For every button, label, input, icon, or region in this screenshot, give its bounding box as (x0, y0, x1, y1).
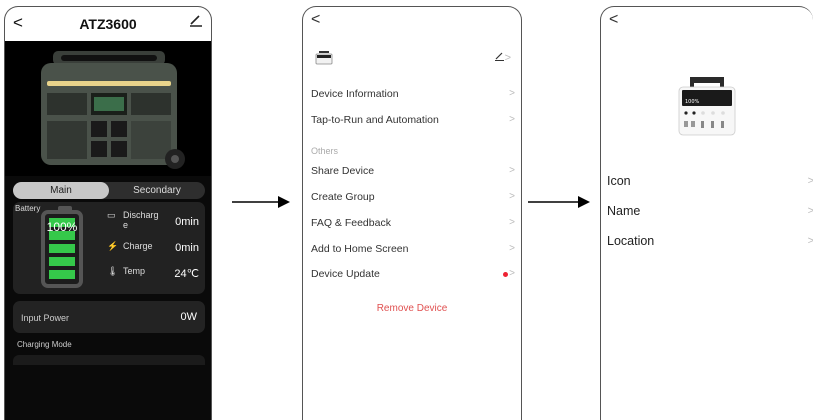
menu-item-label: Add to Home Screen (311, 243, 409, 255)
menu-item-label: Share Device (311, 165, 375, 177)
device-settings-screen: < > Device Information > Tap-to-Run and … (302, 6, 522, 420)
remove-device-button[interactable]: Remove Device (303, 303, 521, 314)
discharge-label: Discharg e (123, 210, 159, 230)
thermometer-icon: 🌡 (107, 266, 119, 276)
device-edit-screen: < 100% Icon > Name > Location > (600, 6, 813, 420)
device-screen-readout: 100% (685, 99, 700, 105)
chevron-right-icon: > (808, 205, 813, 217)
setting-label: Location (607, 234, 655, 248)
chevron-right-icon: > (509, 268, 515, 279)
battery-label: Battery (15, 204, 41, 213)
edit-icon[interactable] (189, 13, 203, 32)
menu-item-share-device[interactable]: Share Device > (311, 161, 515, 183)
back-button[interactable]: < (311, 11, 320, 29)
flow-arrow-icon (528, 196, 590, 208)
menu-item-label: Device Information (311, 88, 399, 100)
setting-icon[interactable]: Icon > (607, 172, 813, 196)
chevron-right-icon: > (509, 165, 515, 176)
tab-main[interactable]: Main (13, 182, 109, 199)
charge-stat: ⚡ Charge 0min (107, 241, 207, 255)
page-title: ATZ3600 (79, 16, 137, 32)
chevron-right-icon: > (504, 52, 511, 64)
chevron-right-icon: > (509, 114, 515, 125)
edit-icon (494, 52, 504, 61)
plug-icon: ▭ (107, 210, 116, 220)
charge-label: Charge (123, 241, 153, 251)
menu-item-label: FAQ & Feedback (311, 217, 391, 229)
discharge-stat: ▭ Discharg e 0min (107, 210, 207, 232)
back-button[interactable]: < (609, 11, 618, 29)
temp-value: 24℃ (174, 268, 199, 280)
flow-arrow-icon (232, 196, 290, 208)
chevron-right-icon: > (808, 175, 813, 187)
charge-value: 0min (175, 242, 199, 254)
battery-percent: 100% (46, 220, 78, 234)
battery-bar (49, 244, 75, 253)
menu-item-label: Device Update (311, 268, 380, 280)
bolt-icon: ⚡ (107, 241, 119, 251)
menu-item-label: Create Group (311, 191, 375, 203)
chevron-right-icon: > (509, 217, 515, 228)
temp-stat: 🌡 Temp 24℃ (107, 266, 207, 280)
chevron-right-icon: > (808, 235, 813, 247)
temp-label: Temp (123, 266, 146, 276)
tab-bar: Main Secondary (13, 182, 205, 199)
input-power-label: Input Power (21, 313, 70, 323)
discharge-value: 0min (175, 216, 199, 228)
menu-item-device-update[interactable]: Device Update > (311, 264, 515, 286)
menu-item-tap-to-run[interactable]: Tap-to-Run and Automation > (311, 110, 515, 132)
update-badge (503, 272, 508, 277)
charging-mode-label: Charging Mode (17, 340, 72, 349)
setting-label: Name (607, 204, 641, 218)
chevron-right-icon: > (509, 243, 515, 254)
input-power-value: 0W (180, 311, 198, 323)
input-power-card: Input Power 0W (13, 301, 205, 333)
menu-item-create-group[interactable]: Create Group > (311, 187, 515, 209)
section-label-others: Others (311, 146, 339, 156)
tab-secondary[interactable]: Secondary (109, 182, 205, 199)
battery-bar (49, 257, 75, 266)
setting-label: Icon (607, 174, 631, 188)
edit-name-button[interactable]: > (494, 51, 511, 64)
charging-mode-panel[interactable] (13, 355, 205, 365)
battery-card: Battery 100% ▭ Discharg e 0min ⚡ Charge … (13, 202, 205, 294)
device-image: 100% (677, 75, 737, 142)
chevron-right-icon: > (509, 191, 515, 202)
chevron-right-icon: > (509, 88, 515, 99)
menu-item-label: Tap-to-Run and Automation (311, 114, 439, 126)
device-thumbnail-icon (315, 51, 333, 70)
power-station-screen: < ATZ3600 Main Secondary Battery 100% ▭ … (4, 6, 212, 420)
menu-item-add-to-home-screen[interactable]: Add to Home Screen > (311, 239, 515, 261)
menu-item-faq-feedback[interactable]: FAQ & Feedback > (311, 213, 515, 235)
menu-item-device-information[interactable]: Device Information > (311, 84, 515, 106)
setting-location[interactable]: Location > (607, 232, 813, 256)
device-photo (5, 41, 211, 176)
battery-bar (49, 270, 75, 279)
header-bar: < ATZ3600 (5, 7, 211, 41)
setting-name[interactable]: Name > (607, 202, 813, 226)
